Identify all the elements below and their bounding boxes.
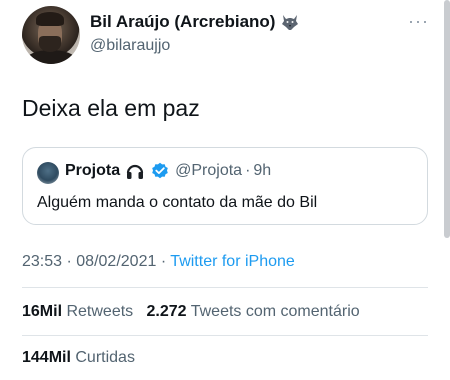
divider <box>22 287 428 288</box>
tweet-text: Deixa ela em paz <box>22 95 200 121</box>
wolf-icon <box>280 13 300 31</box>
likes-label: Curtidas <box>75 349 135 366</box>
quoted-author-handle[interactable]: @Projota <box>175 162 242 180</box>
quoted-tweet-card[interactable]: Projota @Projota · 9h Alguém manda o con… <box>22 147 428 225</box>
quoted-author-row: Projota @Projota · 9h <box>65 162 271 180</box>
headphones-icon <box>125 162 145 180</box>
retweets-label: Retweets <box>66 303 134 320</box>
tweet-meta: 23:53 · 08/02/2021 · Twitter for iPhone <box>22 253 295 271</box>
quote-tweets-count: 2.272 <box>146 303 187 320</box>
likes-count: 144Mil <box>22 349 71 366</box>
author-display-name[interactable]: Bil Araújo (Arcrebiano) <box>90 12 275 32</box>
author-handle[interactable]: @bilaraujjo <box>90 37 170 55</box>
avatar-hair <box>36 12 64 26</box>
retweets-link[interactable]: 16Mil Retweets <box>22 303 133 320</box>
quoted-timestamp[interactable]: 9h <box>253 162 271 180</box>
quote-tweets-label: Tweets com comentário <box>190 303 360 320</box>
more-options-icon[interactable]: ··· <box>408 12 429 30</box>
quote-tweets-link[interactable]: 2.272 Tweets com comentário <box>147 303 360 320</box>
quoted-separator: · <box>245 162 251 179</box>
meta-separator: · <box>66 253 72 270</box>
likes-link[interactable]: 144Mil Curtidas <box>22 349 135 367</box>
quoted-author-avatar[interactable] <box>37 162 59 184</box>
quoted-author-name[interactable]: Projota <box>65 162 120 180</box>
engagement-stats: 16Mil Retweets 2.272 Tweets com comentár… <box>22 303 360 321</box>
avatar-shoulders <box>26 50 76 64</box>
verified-badge-icon <box>151 162 169 180</box>
tweet-source-link[interactable]: Twitter for iPhone <box>170 253 295 270</box>
meta-separator: · <box>160 253 167 270</box>
retweets-count: 16Mil <box>22 303 63 320</box>
avatar-beard <box>39 36 61 52</box>
divider <box>22 335 428 336</box>
author-name-row: Bil Araújo (Arcrebiano) <box>90 12 300 32</box>
tweet-time[interactable]: 23:53 <box>22 253 62 270</box>
scrollbar[interactable] <box>444 0 450 238</box>
author-avatar[interactable] <box>22 6 80 64</box>
tweet: Bil Araújo (Arcrebiano) @bilaraujjo ··· … <box>0 0 450 380</box>
tweet-date[interactable]: 08/02/2021 <box>76 253 156 270</box>
quoted-tweet-text: Alguém manda o contato da mãe do Bil <box>37 194 318 211</box>
